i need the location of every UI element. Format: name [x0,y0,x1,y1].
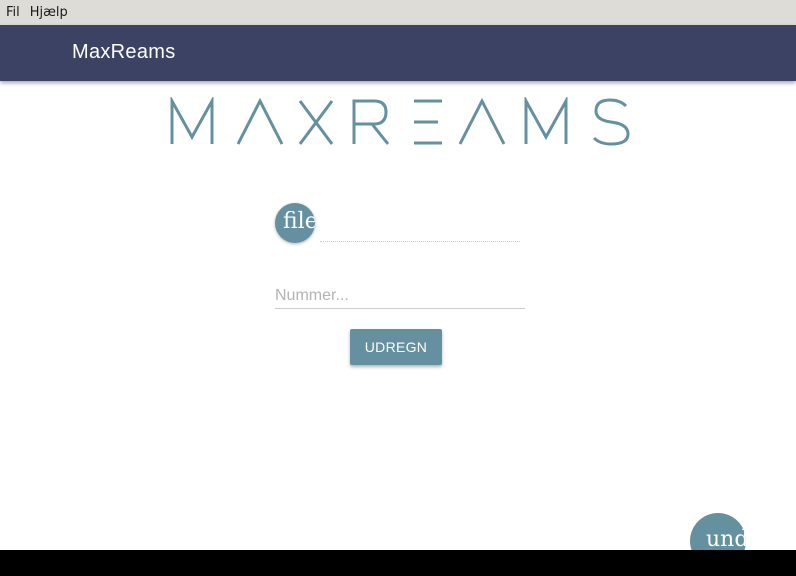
maxreams-logo [170,97,630,146]
undo-button-label: undo [706,527,746,552]
app-bar: MaxReams [0,25,796,81]
file-path-field [320,241,520,242]
calculate-button[interactable]: UDREGN [350,329,442,365]
menu-file[interactable]: Fil [0,5,20,20]
file-button[interactable]: file [275,203,315,243]
menu-help[interactable]: Hjælp [24,5,68,20]
file-button-label: file [283,209,315,234]
bottom-bar [0,550,796,576]
menu-bar: Fil Hjælp [0,0,796,25]
number-input[interactable] [275,283,525,309]
app-title: MaxReams [72,41,176,63]
